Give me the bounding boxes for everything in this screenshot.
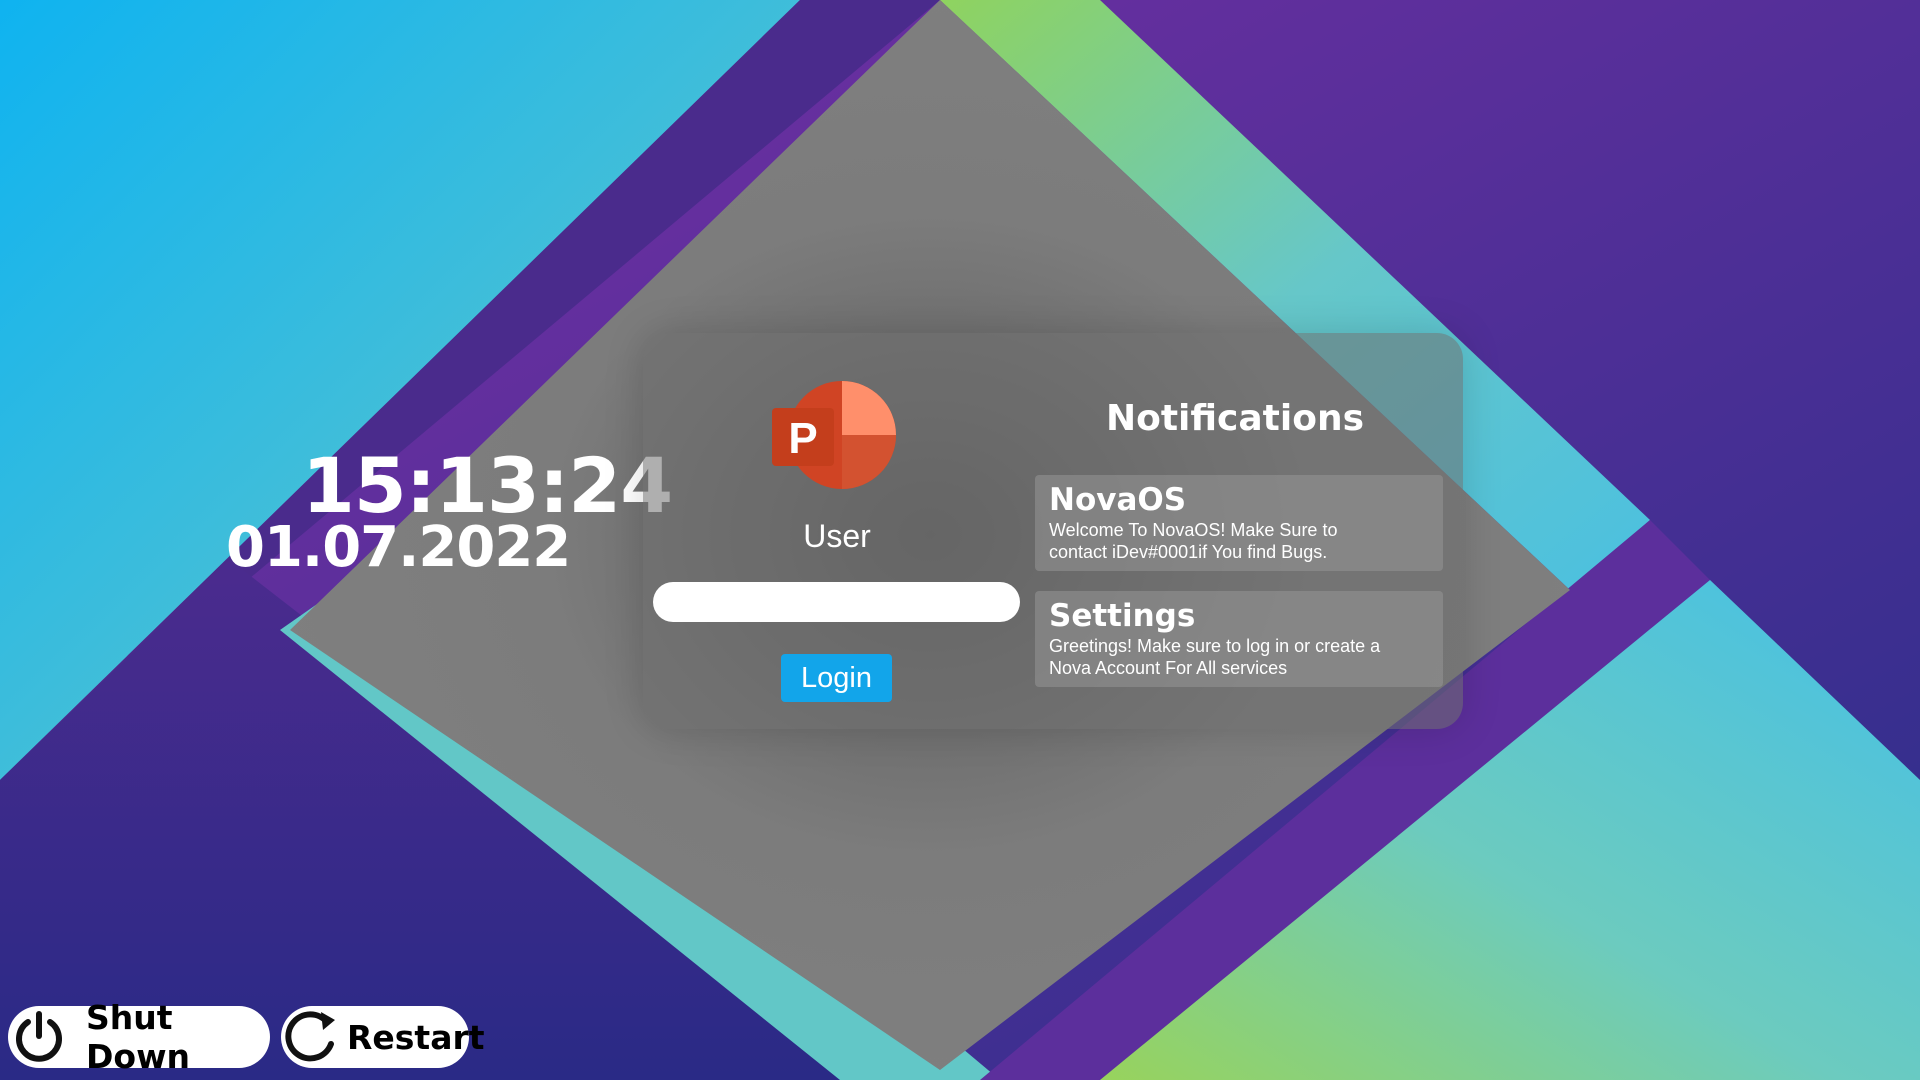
- notification-body: Welcome To NovaOS! Make Sure to contact …: [1049, 519, 1429, 563]
- notification-body: Greetings! Make sure to log in or create…: [1049, 635, 1429, 679]
- notification-card-novaos[interactable]: NovaOS Welcome To NovaOS! Make Sure to c…: [1035, 475, 1443, 571]
- svg-text:P: P: [788, 414, 817, 463]
- power-icon: [16, 1011, 62, 1062]
- restart-label: Restart: [347, 1017, 485, 1057]
- password-input[interactable]: [653, 582, 1020, 622]
- login-button[interactable]: Login: [781, 654, 892, 702]
- powerpoint-logo-icon: P: [772, 381, 896, 489]
- shutdown-button[interactable]: Shut Down: [8, 998, 270, 1076]
- notification-body-line: Welcome To NovaOS! Make Sure to: [1049, 520, 1338, 541]
- shutdown-label: Shut Down: [86, 998, 191, 1076]
- notification-body-line: Greetings! Make sure to log in or create…: [1049, 636, 1381, 657]
- restart-button[interactable]: Restart: [281, 1006, 485, 1068]
- clock-time: 15:13:24: [302, 441, 673, 530]
- notifications-heading: Notifications: [1105, 398, 1365, 439]
- notification-card-settings[interactable]: Settings Greetings! Make sure to log in …: [1035, 591, 1443, 687]
- username-label: User: [803, 518, 871, 554]
- clock: 15:13:24 01.07.2022: [226, 441, 673, 576]
- notification-title: NovaOS: [1049, 482, 1187, 518]
- notification-body-line: Nova Account For All services: [1049, 658, 1288, 679]
- notification-body-line: contact iDev#0001if You find Bugs.: [1049, 542, 1328, 563]
- restart-icon: [285, 1011, 335, 1062]
- notification-title: Settings: [1049, 598, 1196, 634]
